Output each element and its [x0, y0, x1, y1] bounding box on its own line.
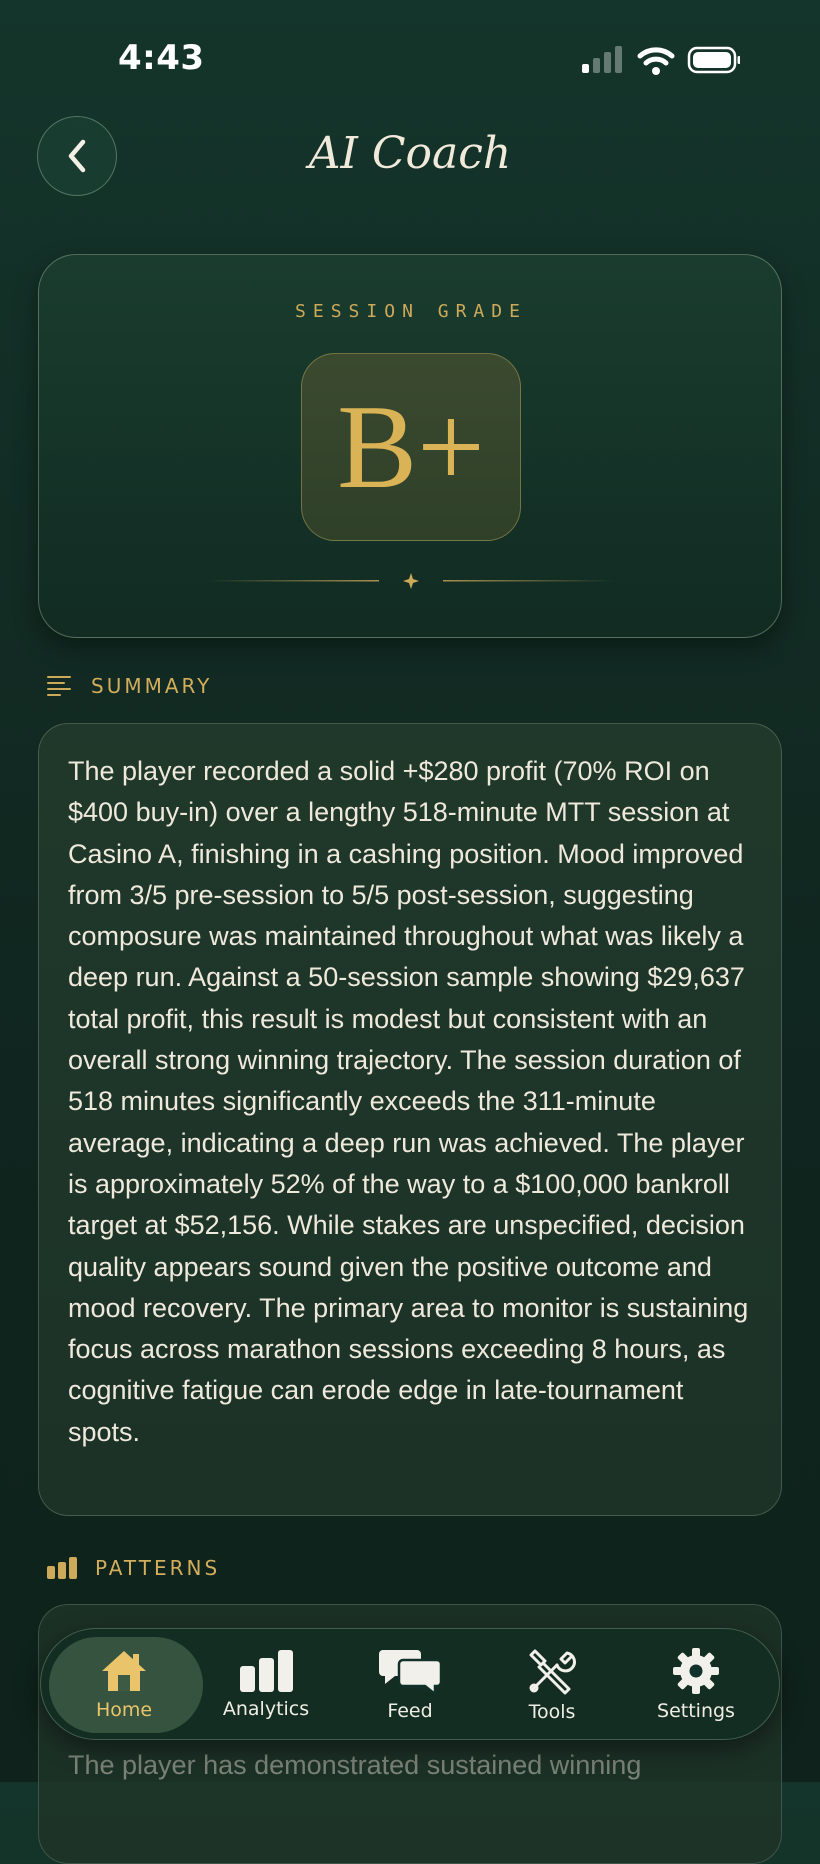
tab-bar: Home Analytics Feed Tools Settings — [40, 1628, 780, 1740]
sparkle-icon — [403, 573, 419, 589]
session-grade-card: SESSION GRADE B+ — [38, 254, 782, 638]
status-icons — [580, 44, 741, 76]
summary-card: The player recorded a solid +$280 profit… — [38, 723, 782, 1516]
grade-label: SESSION GRADE — [295, 301, 527, 322]
bar-chart-icon — [47, 1557, 77, 1579]
ornament-divider — [207, 571, 615, 591]
patterns-heading: PATTERNS — [47, 1556, 220, 1580]
tab-settings-label: Settings — [657, 1700, 735, 1722]
back-button[interactable] — [37, 116, 117, 196]
summary-text: The player recorded a solid +$280 profit… — [68, 756, 749, 1447]
wifi-icon — [637, 47, 675, 75]
chat-bubbles-icon — [379, 1650, 441, 1694]
tab-analytics-label: Analytics — [222, 1698, 310, 1720]
summary-heading: SUMMARY — [47, 674, 212, 698]
tab-feed-label: Feed — [387, 1700, 433, 1722]
home-icon — [102, 1651, 146, 1691]
patterns-text: The player has demonstrated sustained wi… — [68, 1750, 642, 1780]
tab-feed[interactable]: Feed — [335, 1629, 485, 1741]
grade-badge: B+ — [301, 353, 521, 541]
tab-settings[interactable]: Settings — [621, 1629, 771, 1741]
grade-value: B+ — [337, 380, 485, 513]
gear-icon — [673, 1648, 719, 1694]
patterns-heading-label: PATTERNS — [95, 1556, 221, 1580]
page-title: AI Coach — [308, 128, 512, 179]
text-lines-icon — [47, 676, 71, 696]
tab-tools-label: Tools — [528, 1701, 576, 1723]
battery-icon — [687, 46, 741, 74]
cellular-signal-icon — [582, 46, 622, 73]
tools-icon — [529, 1649, 576, 1695]
bar-chart-icon — [240, 1650, 293, 1692]
chevron-left-icon — [68, 139, 86, 173]
tab-analytics[interactable]: Analytics — [191, 1629, 341, 1741]
tab-home-label: Home — [95, 1699, 153, 1721]
summary-heading-label: SUMMARY — [91, 674, 213, 698]
status-time: 4:43 — [118, 38, 205, 78]
tab-home[interactable]: Home — [49, 1629, 203, 1741]
tab-tools[interactable]: Tools — [477, 1629, 627, 1741]
